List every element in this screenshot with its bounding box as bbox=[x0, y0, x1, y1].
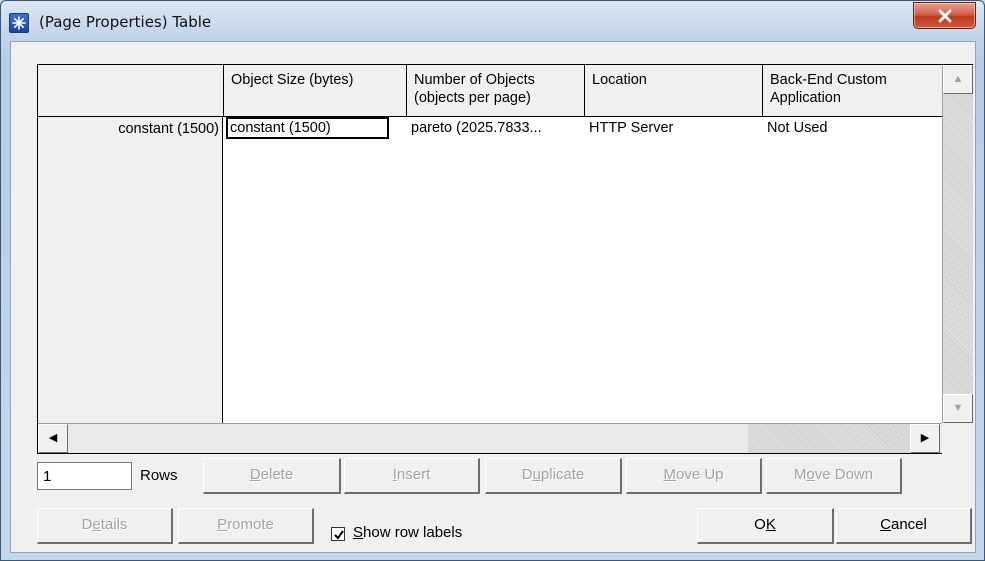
horizontal-scrollbar[interactable]: ◀ ▶ bbox=[38, 423, 942, 453]
scroll-up-arrow-icon[interactable]: ▲ bbox=[943, 65, 973, 94]
show-row-labels-checkbox[interactable] bbox=[331, 527, 345, 541]
checkmark-icon bbox=[334, 530, 344, 540]
rows-label: Rows bbox=[140, 467, 178, 484]
cell-back-end-app[interactable]: Not Used bbox=[763, 117, 941, 139]
scrollbar-corner bbox=[942, 423, 973, 454]
star-icon bbox=[9, 13, 29, 33]
title-bar[interactable]: (Page Properties) Table bbox=[1, 1, 984, 41]
cell-object-size[interactable]: constant (1500) bbox=[226, 117, 389, 139]
column-header-number-of-objects[interactable]: Number of Objects (objects per page) bbox=[407, 65, 585, 117]
dialog-body: Object Size (bytes) Number of Objects (o… bbox=[10, 41, 976, 553]
promote-button[interactable]: Promote bbox=[178, 508, 314, 544]
scroll-down-arrow-icon[interactable]: ▼ bbox=[943, 394, 973, 423]
close-button[interactable] bbox=[913, 2, 976, 29]
cell-number-of-objects[interactable]: pareto (2025.7833... bbox=[407, 117, 585, 139]
window-title: (Page Properties) Table bbox=[39, 13, 212, 31]
row-label[interactable]: constant (1500) bbox=[38, 121, 219, 137]
column-header-location[interactable]: Location bbox=[585, 65, 763, 117]
corner-header bbox=[38, 65, 224, 117]
cancel-button[interactable]: Cancel bbox=[836, 508, 972, 544]
vertical-scrollbar[interactable]: ▲ ▼ bbox=[942, 65, 973, 423]
rows-count-input[interactable] bbox=[37, 462, 132, 490]
cell-location[interactable]: HTTP Server bbox=[585, 117, 763, 139]
show-row-labels-label[interactable]: Show row labels bbox=[353, 524, 462, 541]
delete-button[interactable]: Delete bbox=[203, 458, 341, 494]
details-button[interactable]: Details bbox=[37, 508, 173, 544]
properties-table: Object Size (bytes) Number of Objects (o… bbox=[37, 64, 973, 454]
ok-button[interactable]: OK bbox=[697, 508, 834, 544]
scroll-left-arrow-icon[interactable]: ◀ bbox=[38, 424, 68, 453]
move-up-button[interactable]: Move Up bbox=[626, 458, 762, 494]
move-down-button[interactable]: Move Down bbox=[766, 458, 902, 494]
table-header: Object Size (bytes) Number of Objects (o… bbox=[38, 65, 942, 117]
scroll-track[interactable] bbox=[748, 424, 910, 453]
row-label-column: constant (1500) bbox=[38, 117, 223, 423]
column-header-back-end-app[interactable]: Back-End Custom Application bbox=[763, 65, 942, 117]
close-icon bbox=[938, 9, 952, 23]
scroll-right-arrow-icon[interactable]: ▶ bbox=[910, 424, 940, 453]
dialog-window: (Page Properties) Table Object Size (byt… bbox=[0, 0, 985, 561]
insert-button[interactable]: Insert bbox=[344, 458, 480, 494]
column-header-object-size[interactable]: Object Size (bytes) bbox=[224, 65, 407, 117]
duplicate-button[interactable]: Duplicate bbox=[485, 458, 622, 494]
